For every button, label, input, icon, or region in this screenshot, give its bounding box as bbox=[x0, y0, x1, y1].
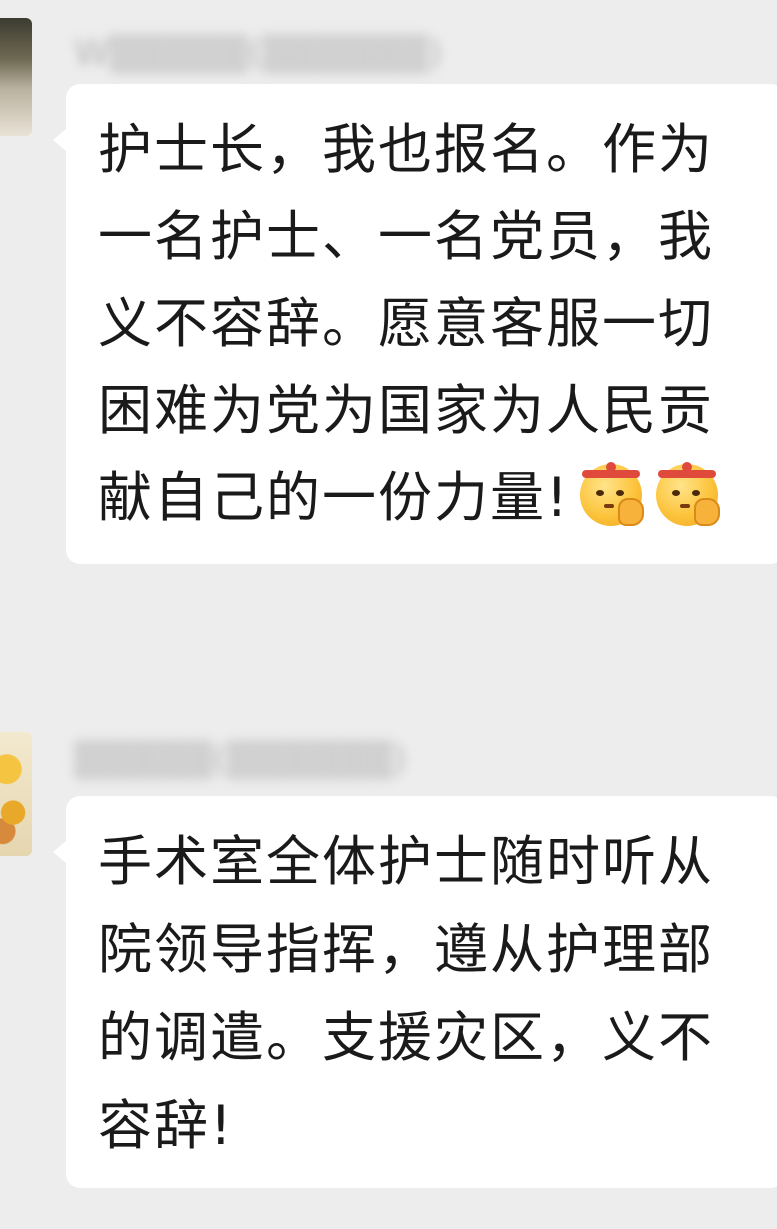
message-line: 院领导指挥，遵从护理部 bbox=[98, 918, 714, 981]
message-line: 手术室全体护士随时听从 bbox=[98, 830, 714, 893]
message-line: 护士长，我也报名。作为 bbox=[98, 118, 714, 181]
message-line: 义不容辞。愿意客服一切 bbox=[98, 292, 714, 355]
message-line: 困难为党为国家为人民贡 bbox=[98, 379, 714, 442]
message-bubble[interactable]: 手术室全体护士随时听从 院领导指挥，遵从护理部 的调遣。支援灾区，义不 容辞! bbox=[53, 796, 777, 1188]
salute-headband-emoji bbox=[652, 458, 722, 528]
message-bubble[interactable]: 护士长，我也报名。作为 一名护士、一名党员，我 义不容辞。愿意客服一切 困难为党… bbox=[53, 84, 777, 564]
salute-headband-emoji bbox=[576, 458, 646, 528]
sender-avatar[interactable] bbox=[0, 18, 32, 136]
sender-avatar[interactable] bbox=[0, 732, 32, 856]
sender-name: ▒▒▒▒▒(▒▒▒▒▒▒) bbox=[74, 740, 407, 780]
message-line: 容辞! bbox=[98, 1094, 234, 1157]
message-line-last: 献自己的一份力量! bbox=[98, 454, 777, 541]
message-line: 一名护士、一名党员，我 bbox=[98, 205, 714, 268]
message-line-text: 献自己的一份力量! bbox=[98, 466, 570, 529]
sender-name: W▒▒▒▒▒(▒▒▒▒▒▒) bbox=[74, 34, 443, 74]
message-line: 的调遣。支援灾区，义不 bbox=[98, 1006, 714, 1069]
